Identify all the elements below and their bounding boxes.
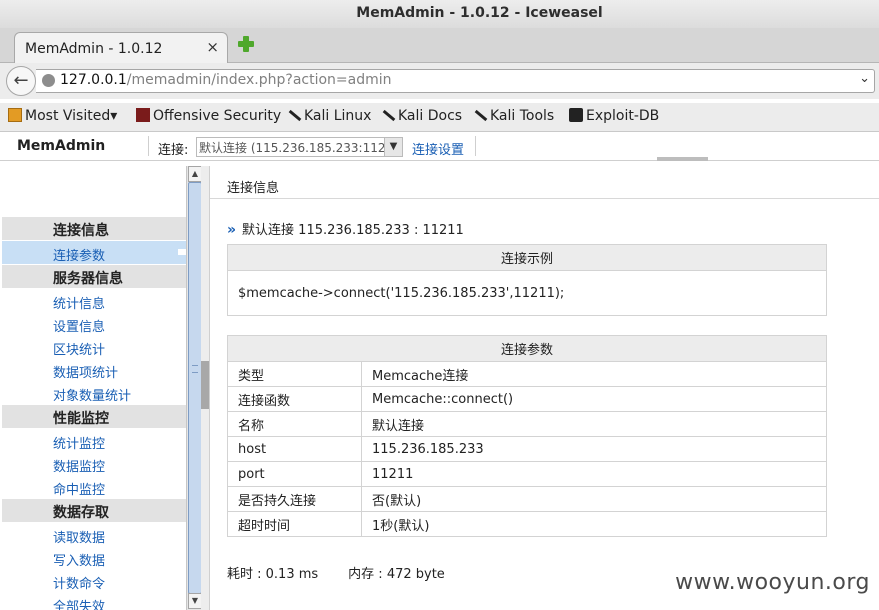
scrollbar-thumb[interactable] <box>188 182 202 594</box>
param-key: 超时时间 <box>227 511 362 537</box>
param-value: Memcache连接 <box>361 361 827 387</box>
table-row: 是否持久连接 否(默认) <box>227 486 827 512</box>
sidebar-item-settings-info[interactable]: 设置信息 <box>53 316 105 335</box>
sidebar-item-flush-all[interactable]: 全部失效 <box>53 596 105 610</box>
bookmark-kali-docs[interactable]: Kali Docs <box>381 108 462 124</box>
pane-splitter[interactable] <box>201 166 210 610</box>
bookmark-offensive-security[interactable]: Offensive Security <box>136 108 281 124</box>
header-divider <box>148 136 149 156</box>
param-key: 是否持久连接 <box>227 486 362 512</box>
sidebar-item-data-monitor[interactable]: 数据监控 <box>53 456 105 475</box>
exploit-db-icon <box>569 108 583 122</box>
active-pointer-icon <box>178 249 186 255</box>
url-text[interactable]: 127.0.0.1/memadmin/index.php?action=admi… <box>60 72 392 88</box>
param-value: 1秒(默认) <box>361 511 827 537</box>
scroll-down-arrow-icon[interactable]: ▼ <box>188 593 202 609</box>
param-value: 11211 <box>361 461 827 487</box>
sidebar-item-slab-stats[interactable]: 区块统计 <box>53 339 105 358</box>
connection-params-table: 连接参数 类型 Memcache连接 连接函数 Memcache::connect(… <box>227 335 827 537</box>
table-row: 超时时间 1秒(默认) <box>227 511 827 537</box>
connection-params-title: 连接参数 <box>227 335 827 362</box>
url-dropdown-icon[interactable]: ⌄ <box>859 71 870 86</box>
most-visited-icon <box>8 108 22 122</box>
main-title: 连接信息 <box>227 181 280 196</box>
sidebar-item-hit-monitor[interactable]: 命中监控 <box>53 479 105 498</box>
page-footer: 耗时 : 0.13 ms 内存 : 472 byte <box>227 563 445 582</box>
sidebar-scrollbar[interactable]: ▲ ▼ <box>186 166 202 610</box>
param-value: 默认连接 <box>361 411 827 437</box>
connection-example-code: $memcache->connect('115.236.185.233',112… <box>227 270 827 316</box>
app-header: MemAdmin 连接: 默认连接 (115.236.185.233:112 ▼… <box>0 132 879 161</box>
new-tab-plus-icon[interactable] <box>236 34 256 54</box>
close-tab-icon[interactable]: × <box>206 38 219 56</box>
bookmarks-toolbar: Most Visited▾ Offensive Security Kali Li… <box>0 103 879 132</box>
splitter-handle[interactable] <box>201 361 209 409</box>
scroll-up-arrow-icon[interactable]: ▲ <box>188 166 202 182</box>
sidebar-item-counter-command[interactable]: 计数命令 <box>53 573 105 592</box>
horizontal-scroll-indicator[interactable] <box>657 157 708 161</box>
param-value: Memcache::connect() <box>361 386 827 412</box>
globe-icon <box>42 74 55 87</box>
table-row: 类型 Memcache连接 <box>227 361 827 387</box>
table-row: port 11211 <box>227 461 827 487</box>
connection-example-title: 连接示例 <box>227 244 827 271</box>
bookmark-exploit-db[interactable]: Exploit-DB <box>569 108 659 124</box>
sidebar-item-stats-monitor[interactable]: 统计监控 <box>53 433 105 452</box>
kali-dragon-icon <box>473 108 487 122</box>
bookmark-kali-tools[interactable]: Kali Tools <box>473 108 554 124</box>
url-bar[interactable]: 127.0.0.1/memadmin/index.php?action=admi… <box>36 69 875 93</box>
sidebar-item-write-data[interactable]: 写入数据 <box>53 550 105 569</box>
grip-icon <box>192 365 198 373</box>
param-key: host <box>227 436 362 462</box>
sidebar-group-data-access: 数据存取 <box>2 499 186 522</box>
table-row: host 115.236.185.233 <box>227 436 827 462</box>
offensive-security-icon <box>136 108 150 122</box>
kali-dragon-icon <box>287 108 301 122</box>
bookmark-most-visited[interactable]: Most Visited▾ <box>8 108 117 124</box>
sidebar-item-connection-params[interactable]: 连接参数 <box>2 241 186 264</box>
back-arrow-icon[interactable]: ← <box>6 66 36 96</box>
browser-tab[interactable]: MemAdmin - 1.0.12 × <box>14 32 228 63</box>
sidebar-item-item-stats[interactable]: 数据项统计 <box>53 362 118 381</box>
kali-dragon-icon <box>381 108 395 122</box>
window-title: MemAdmin - 1.0.12 - Iceweasel <box>356 5 603 21</box>
sidebar-group-monitoring: 性能监控 <box>2 405 186 428</box>
header-divider <box>475 136 476 156</box>
sidebar-item-object-count[interactable]: 对象数量统计 <box>53 385 131 404</box>
param-value: 否(默认) <box>361 486 827 512</box>
window-titlebar: MemAdmin - 1.0.12 - Iceweasel <box>0 0 879 28</box>
table-row: 连接函数 Memcache::connect() <box>227 386 827 412</box>
bookmark-kali-linux[interactable]: Kali Linux <box>287 108 371 124</box>
sidebar: 连接信息 连接参数 服务器信息 统计信息 设置信息 区块统计 数据项统计 对象数… <box>2 166 186 610</box>
sidebar-group-connection: 连接信息 <box>2 217 186 240</box>
watermark: www.wooyun.org <box>675 570 870 595</box>
main-panel: 连接信息 » 默认连接 115.236.185.233 : 11211 连接示例 … <box>210 166 879 610</box>
double-chevron-icon: » <box>227 222 237 238</box>
connection-select-value: 默认连接 (115.236.185.233:112 <box>199 141 386 155</box>
connection-example-table: 连接示例 $memcache->connect('115.236.185.233… <box>227 244 827 316</box>
param-key: 名称 <box>227 411 362 437</box>
param-value: 115.236.185.233 <box>361 436 827 462</box>
param-key: 类型 <box>227 361 362 387</box>
app-brand[interactable]: MemAdmin <box>17 138 105 154</box>
connection-settings-link[interactable]: 连接设置 <box>412 139 464 158</box>
navigation-bar: ← 127.0.0.1/memadmin/index.php?action=ad… <box>0 63 879 99</box>
param-key: port <box>227 461 362 487</box>
elapsed-time: 耗时 : 0.13 ms <box>227 567 319 582</box>
sidebar-item-stats[interactable]: 统计信息 <box>53 293 105 312</box>
chevron-down-icon[interactable]: ▼ <box>384 138 402 156</box>
connection-label: 连接: <box>158 143 189 158</box>
sidebar-item-read-data[interactable]: 读取数据 <box>53 527 105 546</box>
memory-usage: 内存 : 472 byte <box>348 567 445 582</box>
table-row: 名称 默认连接 <box>227 411 827 437</box>
tab-strip: MemAdmin - 1.0.12 × <box>0 28 879 63</box>
sidebar-group-server-info: 服务器信息 <box>2 265 186 288</box>
tab-label: MemAdmin - 1.0.12 <box>25 41 163 57</box>
current-connection-line: » 默认连接 115.236.185.233 : 11211 <box>227 222 464 238</box>
param-key: 连接函数 <box>227 386 362 412</box>
main-header: 连接信息 <box>210 166 879 199</box>
connection-select[interactable]: 默认连接 (115.236.185.233:112 ▼ <box>196 137 403 157</box>
